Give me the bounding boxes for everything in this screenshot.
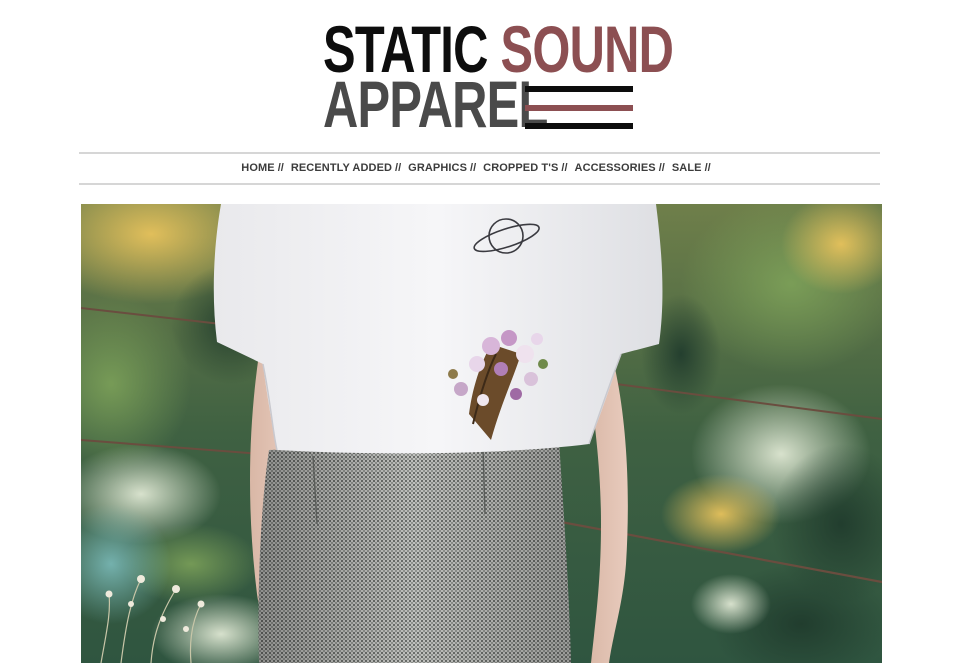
nav-separator: // xyxy=(658,162,665,174)
logo-stripe-maroon xyxy=(525,105,633,111)
nav-item-cropped-tees[interactable]: CROPPED T'S xyxy=(483,162,558,174)
nav-item-recently-added[interactable]: RECENTLY ADDED xyxy=(291,162,392,174)
nav-bottom-divider xyxy=(79,183,880,185)
nav-separator: // xyxy=(395,162,402,174)
hero-banner-image[interactable] xyxy=(81,204,882,663)
nav-separator: // xyxy=(561,162,568,174)
logo-line-2: APPAREL xyxy=(323,71,548,137)
logo-word-apparel: APPAREL xyxy=(323,67,548,141)
logo-stripe-black-bottom xyxy=(525,123,633,129)
site-logo[interactable]: STATIC SOUND APPAREL xyxy=(323,16,674,137)
nav-item-graphics[interactable]: GRAPHICS xyxy=(408,162,467,174)
logo-stripes xyxy=(525,86,633,130)
hero-photo xyxy=(81,204,882,663)
page: STATIC SOUND APPAREL HOME // RECENTLY AD… xyxy=(0,0,964,663)
nav-item-home[interactable]: HOME xyxy=(241,162,274,174)
main-nav: HOME // RECENTLY ADDED // GRAPHICS // CR… xyxy=(79,154,880,182)
nav-separator: // xyxy=(704,162,711,174)
nav-separator: // xyxy=(277,162,284,174)
nav-separator: // xyxy=(470,162,477,174)
logo-stripe-black-top xyxy=(525,86,633,92)
nav-item-sale[interactable]: SALE xyxy=(672,162,702,174)
nav-item-accessories[interactable]: ACCESSORIES xyxy=(575,162,656,174)
